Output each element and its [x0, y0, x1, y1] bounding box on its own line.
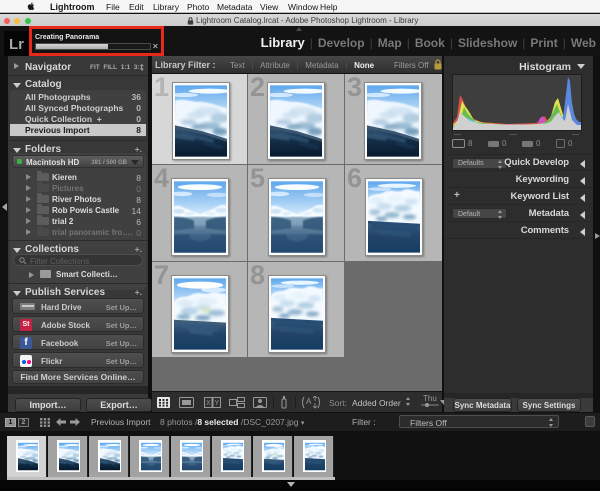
svg-text:X: X	[206, 400, 211, 407]
svg-text:A: A	[306, 397, 312, 406]
svg-text:Y: Y	[215, 400, 220, 407]
